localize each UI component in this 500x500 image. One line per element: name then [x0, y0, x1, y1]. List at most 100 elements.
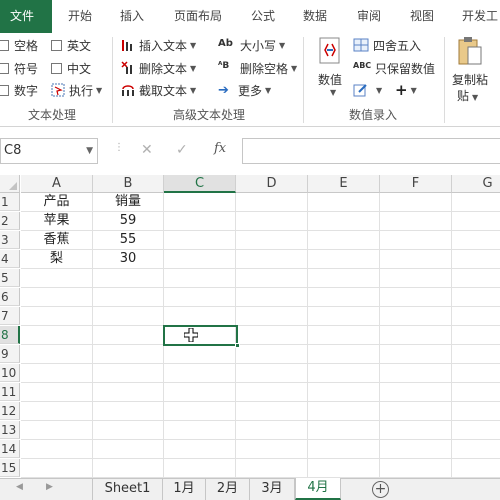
sheet-tab-bar: ◀ ▶ Sheet1 1月 2月 3月 4月 +	[0, 478, 500, 500]
row-header[interactable]: 2	[0, 212, 20, 230]
row-header[interactable]: 15	[0, 459, 20, 477]
sheet-tab-sheet1[interactable]: Sheet1	[92, 479, 163, 500]
column-header-a[interactable]: A	[21, 175, 93, 193]
row-header[interactable]: 6	[0, 288, 20, 306]
checkbox-chinese[interactable]: 中文	[51, 58, 91, 78]
chevron-down-icon: ▼	[410, 85, 417, 95]
tab-file[interactable]: 文件	[0, 0, 44, 33]
tab-data[interactable]: 数据	[303, 0, 327, 33]
value-button[interactable]: 数值 ▼	[315, 37, 345, 99]
delete-text-icon	[121, 61, 135, 75]
tab-view[interactable]: 视图	[410, 0, 434, 33]
row-header[interactable]: 10	[0, 364, 20, 382]
add-sheet-button[interactable]: +	[372, 481, 389, 498]
cell-a3[interactable]: 香蕉	[21, 231, 92, 249]
row-header[interactable]: 5	[0, 269, 20, 287]
chevron-down-icon: ▼	[279, 40, 286, 50]
chevron-down-icon: ▼	[376, 85, 383, 95]
checkbox-icon	[0, 39, 9, 51]
row-header[interactable]: 9	[0, 345, 20, 363]
round-label: 四舍五入	[373, 38, 422, 53]
column-header-d[interactable]: D	[236, 175, 308, 193]
column-header-g[interactable]: G	[452, 175, 500, 193]
cell-b3[interactable]: 55	[93, 231, 163, 249]
extract-text-icon	[121, 83, 135, 97]
chevron-down-icon: ▼	[190, 63, 197, 73]
chevron-down-icon: ▼	[96, 85, 103, 95]
drag-handle-icon[interactable]: ⋮	[114, 142, 124, 153]
row-header-selected[interactable]: 8	[0, 326, 20, 344]
checkbox-english[interactable]: 英文	[51, 35, 91, 55]
checkbox-icon	[51, 62, 62, 74]
case-icon: Ab	[218, 38, 233, 49]
execute-button[interactable]: 执行 ▼	[51, 80, 102, 100]
cell-b2[interactable]: 59	[93, 212, 163, 230]
column-header-b[interactable]: B	[93, 175, 164, 193]
cell-cursor-icon	[184, 328, 198, 342]
keep-value-icon: ABC	[353, 61, 372, 70]
scroll-right-icon[interactable]: ▶	[46, 482, 53, 492]
insert-text-button[interactable]: 插入文本 ▼	[121, 35, 196, 55]
group-label-text-processing: 文本处理	[28, 108, 77, 122]
cancel-icon[interactable]: ✕	[141, 142, 153, 158]
sheet-tab-mar[interactable]: 3月	[250, 479, 295, 500]
chevron-down-icon: ▼	[291, 63, 298, 73]
select-all-corner[interactable]	[0, 175, 20, 193]
keep-value-button[interactable]: ABC 只保留数值	[353, 58, 435, 78]
group-separator	[303, 37, 304, 123]
fill-handle[interactable]	[235, 343, 240, 348]
cell-b1[interactable]: 销量	[93, 193, 163, 211]
checkbox-number[interactable]: 数字	[0, 80, 38, 100]
sheet-tab-feb[interactable]: 2月	[206, 479, 250, 500]
row-header[interactable]: 7	[0, 307, 20, 325]
round-button[interactable]: 四舍五入	[353, 35, 421, 55]
delete-space-button[interactable]: ᴬB 删除空格 ▼	[218, 58, 297, 78]
tab-insert[interactable]: 插入	[120, 0, 144, 33]
row-header[interactable]: 1	[0, 193, 20, 211]
sheet-tab-jan[interactable]: 1月	[163, 479, 206, 500]
row-header[interactable]: 3	[0, 231, 20, 249]
cell-a4[interactable]: 梨	[21, 250, 92, 268]
scroll-left-icon[interactable]: ◀	[16, 482, 23, 492]
ribbon-tab-strip: 开始 插入 页面布局 公式 数据 审阅 视图 开发工具	[52, 0, 500, 56]
tab-developer[interactable]: 开发工具	[462, 0, 500, 56]
column-header-f[interactable]: F	[380, 175, 452, 193]
row-header[interactable]: 4	[0, 250, 20, 268]
more-button[interactable]: ➔ 更多 ▼	[218, 80, 271, 100]
tab-review[interactable]: 审阅	[357, 0, 381, 33]
column-header-e[interactable]: E	[308, 175, 380, 193]
cell-a1[interactable]: 产品	[21, 193, 92, 211]
row-header[interactable]: 14	[0, 440, 20, 458]
copy-paste-button[interactable]: 复制粘 贴 ▼	[452, 37, 500, 107]
delete-text-label: 删除文本	[139, 61, 188, 76]
ribbon-panel: 空格 英文 符号 中文 数字 执行 ▼ 文本处理 插入文本 ▼ 删除文本 ▼ 截取文本…	[0, 33, 500, 127]
case-button[interactable]: Ab 大小写 ▼	[218, 35, 285, 55]
copy-paste-label-line2: 贴 ▼	[457, 89, 479, 103]
insert-function-button[interactable]: fx	[214, 141, 226, 156]
group-label-advanced-text: 高级文本处理	[173, 108, 246, 122]
extract-text-button[interactable]: 截取文本 ▼	[121, 80, 196, 100]
column-header-c[interactable]: C	[164, 175, 236, 193]
selected-cell-c8[interactable]	[163, 325, 240, 348]
add-button[interactable]: + ▼	[395, 80, 417, 100]
row-header[interactable]: 11	[0, 383, 20, 401]
cell-b4[interactable]: 30	[93, 250, 163, 268]
sheet-tab-apr[interactable]: 4月	[295, 478, 341, 500]
checkbox-icon	[0, 62, 9, 74]
delete-space-label: 删除空格	[240, 61, 289, 76]
name-box[interactable]: C8 ▼	[0, 138, 98, 164]
tab-home[interactable]: 开始	[68, 0, 92, 33]
confirm-icon[interactable]: ✓	[176, 142, 188, 158]
checkbox-symbol[interactable]: 符号	[0, 58, 38, 78]
case-label: 大小写	[240, 38, 277, 53]
row-header[interactable]: 12	[0, 402, 20, 420]
edit-sheet-button[interactable]: ▼	[353, 80, 382, 100]
cell-a2[interactable]: 苹果	[21, 212, 92, 230]
tab-page-layout[interactable]: 页面布局	[174, 0, 222, 33]
formula-input[interactable]	[242, 138, 500, 164]
row-header[interactable]: 13	[0, 421, 20, 439]
tab-formulas[interactable]: 公式	[251, 0, 275, 33]
delete-text-button[interactable]: 删除文本 ▼	[121, 58, 196, 78]
spreadsheet-grid[interactable]: A B C D E F G 1 2 3 4 5 6 7 8 9 10 11 12…	[0, 175, 500, 478]
checkbox-space[interactable]: 空格	[0, 35, 38, 55]
